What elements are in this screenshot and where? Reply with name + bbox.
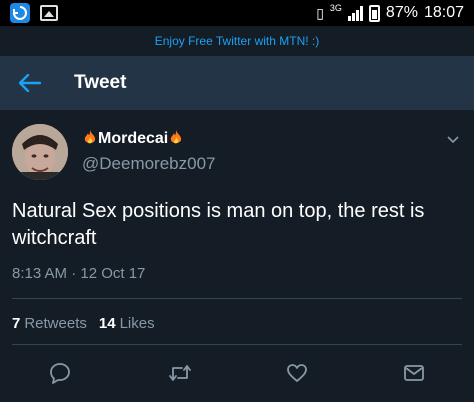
gallery-icon (40, 5, 58, 21)
likes-count: 14 (98, 315, 116, 332)
retweet-button[interactable] (167, 360, 193, 386)
reply-icon (50, 363, 70, 384)
status-bar: ▯ 3G 87% 18:07 (0, 0, 474, 26)
share-icon (404, 365, 424, 381)
display-name-text: Mordecai (98, 130, 169, 147)
divider (12, 298, 462, 299)
likes-label: Likes (119, 315, 155, 332)
fire-icon (170, 130, 182, 148)
battery-icon (368, 4, 380, 22)
retweets-label: Retweets (24, 315, 87, 332)
retweets-count: 7 (12, 315, 21, 332)
user-handle[interactable]: @Deemorebz007 (82, 154, 216, 174)
tweet-timestamp: 8:13 AM · 12 Oct 17 (12, 265, 146, 282)
page-title: Tweet (74, 72, 127, 93)
back-button[interactable] (0, 56, 60, 110)
like-button[interactable] (284, 360, 310, 386)
share-button[interactable] (401, 360, 427, 386)
tweet-text: Natural Sex positions is man on top, the… (12, 200, 425, 249)
promo-banner[interactable]: Enjoy Free Twitter with MTN! :) (0, 26, 474, 56)
tweet-screen: ▯ 3G 87% 18:07 Enjoy Free Twitter with M… (0, 0, 474, 402)
tweet-detail: Mordecai @Deemorebz007 Natural Sex posit… (0, 110, 474, 402)
avatar[interactable] (12, 124, 68, 180)
fire-icon (84, 130, 96, 148)
vibrate-icon: ▯ (316, 4, 324, 21)
like-icon (287, 364, 307, 382)
display-name[interactable]: Mordecai (84, 130, 182, 148)
tweet-actions (0, 356, 474, 390)
network-type: 3G (329, 3, 342, 13)
reply-button[interactable] (47, 360, 73, 386)
clock: 18:07 (423, 4, 464, 21)
chevron-down-icon[interactable] (446, 132, 460, 146)
app-icon (10, 3, 30, 23)
battery-percent: 87% (385, 4, 418, 21)
likes-stat[interactable]: 14 Likes (99, 315, 155, 332)
tweet-stats: 7 Retweets 14 Likes (12, 315, 155, 332)
retweet-icon (169, 365, 191, 381)
app-header: Tweet (0, 56, 474, 110)
signal-icon (347, 5, 363, 21)
divider (12, 344, 462, 345)
retweets-stat[interactable]: 7 Retweets (12, 315, 87, 332)
arrow-left-icon (19, 74, 41, 92)
